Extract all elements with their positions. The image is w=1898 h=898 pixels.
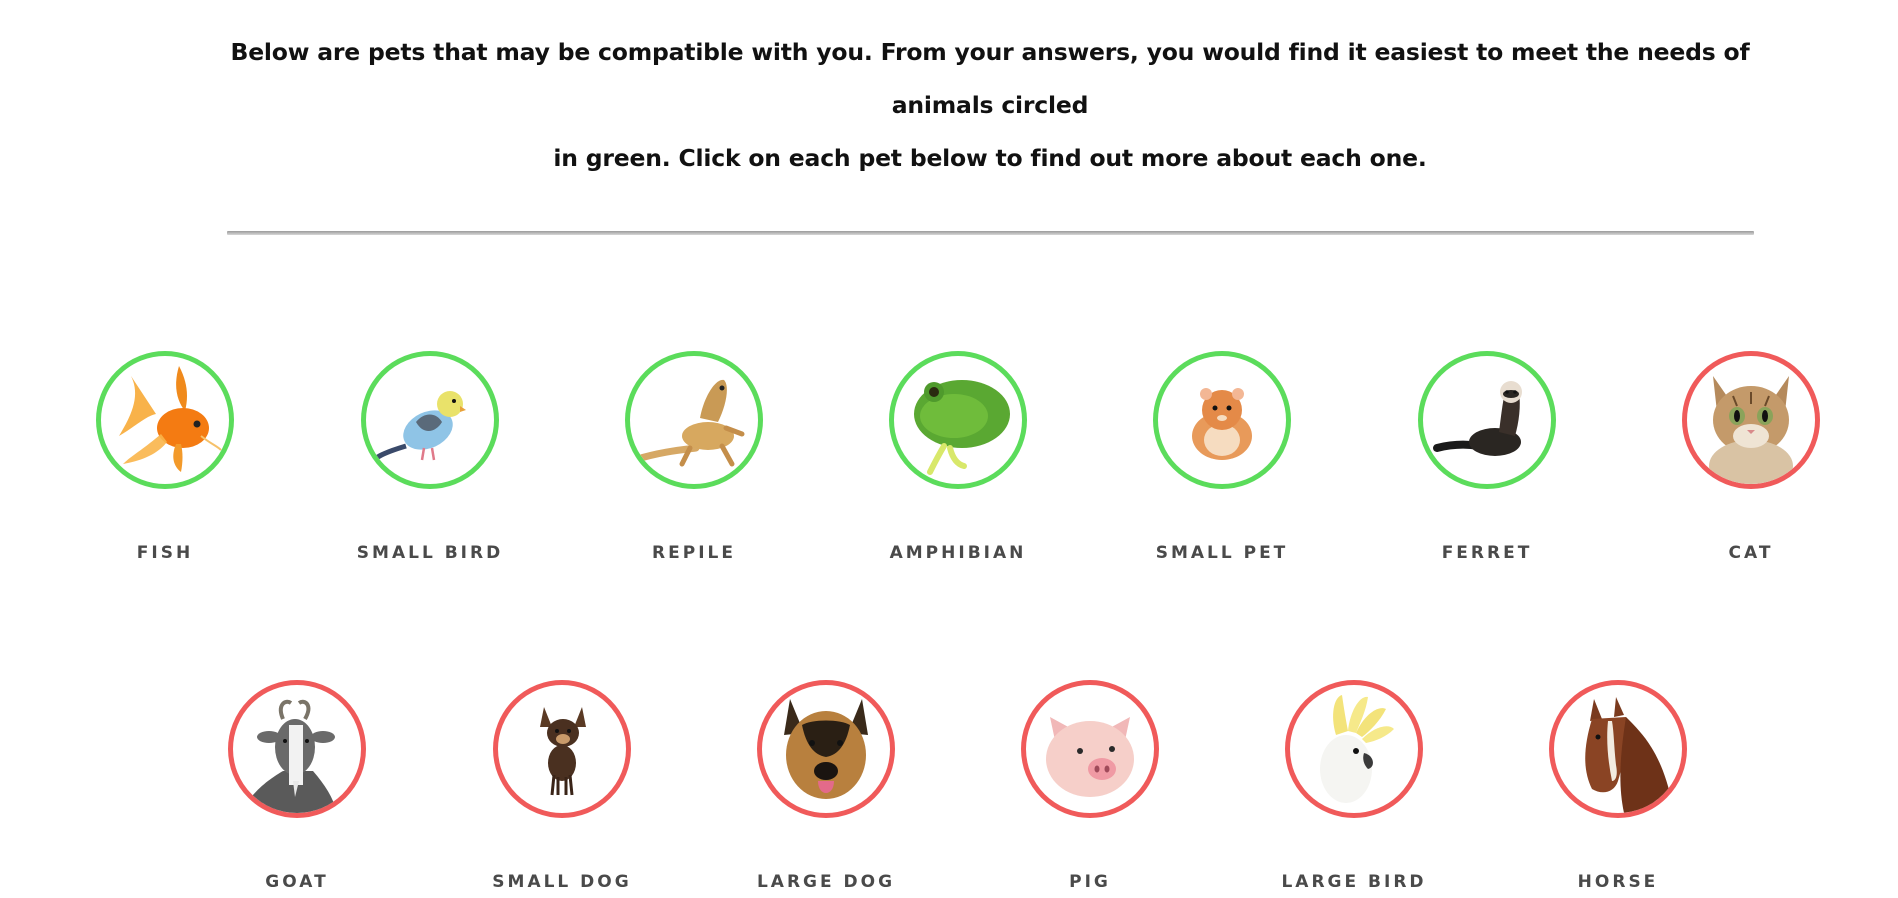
intro-text: Below are pets that may be compatible wi…: [230, 26, 1750, 185]
pet-image-fish[interactable]: [96, 351, 234, 489]
pet-label-fish[interactable]: FISH: [55, 543, 275, 563]
pet-image-large-bird[interactable]: [1285, 680, 1423, 818]
pet-card-amphibian[interactable]: AMPHIBIAN: [848, 351, 1068, 563]
pet-image-goat[interactable]: [228, 680, 366, 818]
pet-card-horse[interactable]: HORSE: [1508, 680, 1728, 892]
piglet-icon: [1046, 717, 1134, 797]
pet-image-large-dog[interactable]: [757, 680, 895, 818]
cockatoo-icon: [1320, 695, 1394, 803]
pet-card-small-dog[interactable]: SMALL DOG: [452, 680, 672, 892]
pet-image-cat[interactable]: [1682, 351, 1820, 489]
pet-image-ferret[interactable]: [1418, 351, 1556, 489]
pet-card-small-bird[interactable]: SMALL BIRD: [320, 351, 540, 563]
pet-image-small-bird[interactable]: [361, 351, 499, 489]
bearded-dragon-icon: [630, 379, 745, 467]
pet-image-amphibian[interactable]: [889, 351, 1027, 489]
pet-label-repile[interactable]: REPILE: [584, 543, 804, 563]
pet-card-small-pet[interactable]: SMALL PET: [1112, 351, 1332, 563]
intro-line-1: Below are pets that may be compatible wi…: [230, 38, 1750, 119]
pet-image-small-pet[interactable]: [1153, 351, 1291, 489]
pet-image-small-dog[interactable]: [493, 680, 631, 818]
goat-icon: [241, 699, 337, 813]
pet-label-large-dog[interactable]: LARGE DOG: [716, 872, 936, 892]
goldfish-icon: [119, 366, 222, 472]
pet-label-small-pet[interactable]: SMALL PET: [1112, 543, 1332, 563]
ferret-icon: [1433, 381, 1522, 456]
intro-line-2: in green. Click on each pet below to fin…: [553, 144, 1427, 172]
pet-image-horse[interactable]: [1549, 680, 1687, 818]
kitten-icon: [1709, 376, 1793, 484]
pet-label-small-dog[interactable]: SMALL DOG: [452, 872, 672, 892]
section-divider: [227, 231, 1754, 235]
frog-icon: [914, 380, 1010, 475]
pet-label-pig[interactable]: PIG: [980, 872, 1200, 892]
hamster-icon: [1192, 388, 1252, 460]
pet-card-cat[interactable]: CAT: [1641, 351, 1861, 563]
pet-label-cat[interactable]: CAT: [1641, 543, 1861, 563]
pet-card-large-dog[interactable]: LARGE DOG: [716, 680, 936, 892]
budgie-icon: [372, 391, 466, 462]
pet-label-goat[interactable]: GOAT: [187, 872, 407, 892]
pet-label-amphibian[interactable]: AMPHIBIAN: [848, 543, 1068, 563]
pet-card-repile[interactable]: REPILE: [584, 351, 804, 563]
pet-card-ferret[interactable]: FERRET: [1377, 351, 1597, 563]
pet-label-ferret[interactable]: FERRET: [1377, 543, 1597, 563]
horse-icon: [1585, 697, 1674, 813]
pet-label-large-bird[interactable]: LARGE BIRD: [1244, 872, 1464, 892]
pet-label-small-bird[interactable]: SMALL BIRD: [320, 543, 540, 563]
pet-card-large-bird[interactable]: LARGE BIRD: [1244, 680, 1464, 892]
pet-card-fish[interactable]: FISH: [55, 351, 275, 563]
pet-label-horse[interactable]: HORSE: [1508, 872, 1728, 892]
pet-image-pig[interactable]: [1021, 680, 1159, 818]
pet-image-repile[interactable]: [625, 351, 763, 489]
chihuahua-icon: [540, 707, 586, 796]
pet-card-pig[interactable]: PIG: [980, 680, 1200, 892]
pet-card-goat[interactable]: GOAT: [187, 680, 407, 892]
german-shepherd-icon: [784, 699, 868, 799]
